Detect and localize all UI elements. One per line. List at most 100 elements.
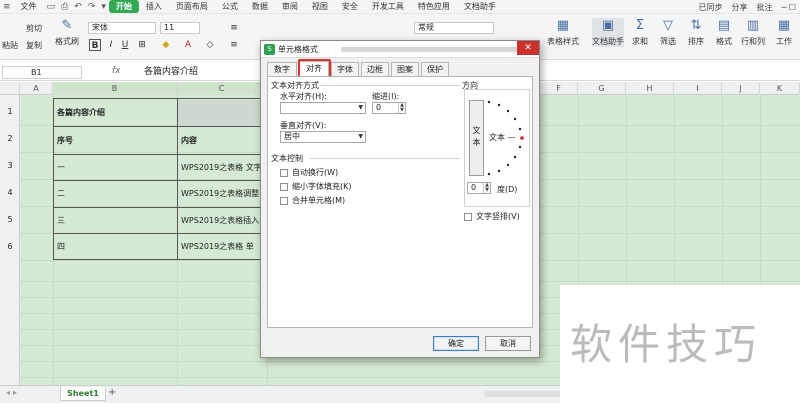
italic-button[interactable]: I [105, 39, 117, 51]
menu-doc-assistant[interactable]: 文档助手 [457, 1, 503, 12]
row-num-cell[interactable]: 二 [54, 181, 177, 207]
row-header-5[interactable]: 5 [0, 207, 20, 233]
font-size-select[interactable]: 11 [160, 22, 200, 34]
more-icon[interactable]: ▾ [98, 2, 109, 12]
row-content-cell[interactable]: WPS2019之表格 文字 [178, 155, 266, 181]
row-header-2[interactable]: 2 [0, 126, 20, 152]
col-header-f[interactable]: F [540, 82, 578, 95]
bold-button[interactable]: B [89, 39, 101, 51]
sum-button[interactable]: Σ 求和 [628, 18, 652, 47]
menu-view[interactable]: 视图 [305, 1, 335, 12]
sync-status[interactable]: 已同步 [698, 2, 722, 13]
header-num-cell[interactable]: 序号 [54, 128, 177, 154]
number-format-select[interactable]: 常规 [414, 22, 494, 34]
title-cell[interactable]: 各篇内容介绍 [54, 100, 177, 126]
row-header-4[interactable]: 4 [0, 180, 20, 206]
comment-button[interactable]: 批注 [756, 2, 772, 13]
close-icon[interactable]: ✕ [517, 41, 539, 55]
col-header-g[interactable]: G [578, 82, 626, 95]
dialog-title-bar[interactable]: S 单元格格式 ✕ [261, 41, 539, 58]
sheet-tab-sheet1[interactable]: Sheet1 [60, 387, 106, 401]
copy-button[interactable]: 复制 [26, 40, 42, 51]
cancel-button[interactable]: 取消 [485, 336, 531, 351]
cut-button[interactable]: 剪切 [26, 23, 42, 34]
row-header-6[interactable]: 6 [0, 234, 20, 260]
spin-arrows-icon[interactable]: ▲ ▼ [483, 183, 490, 193]
align-left-icon[interactable]: ≡ [228, 39, 240, 51]
row-content-cell[interactable]: WPS2019之表格调整 [178, 181, 266, 207]
shrink-to-fit-checkbox[interactable]: 缩小字体填充(K) [280, 181, 352, 192]
doc-assistant-button[interactable]: ▣ 文档助手 [592, 18, 624, 47]
merge-cells-checkbox[interactable]: 合并单元格(M) [280, 195, 345, 206]
row-content-cell[interactable]: WPS2019之表格 单 [178, 234, 266, 260]
font-name-select[interactable]: 宋体 [88, 22, 156, 34]
menu-special[interactable]: 特色应用 [411, 1, 457, 12]
paste-button[interactable]: 粘贴 [2, 40, 18, 51]
vertical-text-button[interactable]: 文本 [469, 100, 484, 176]
font-color-icon[interactable]: A [182, 39, 194, 51]
worksheet-button[interactable]: ▦ 工作 [770, 18, 798, 47]
col-header-i[interactable]: I [674, 82, 722, 95]
col-header-c[interactable]: C [177, 82, 267, 95]
filter-button[interactable]: ▽ 筛选 [656, 18, 680, 47]
menu-insert[interactable]: 插入 [139, 1, 169, 12]
fill-color-icon[interactable]: ◆ [160, 39, 172, 51]
vertical-align-select[interactable]: 居中 ▼ [280, 131, 366, 143]
tab-border[interactable]: 边框 [361, 62, 389, 76]
col-header-a[interactable]: A [20, 82, 53, 95]
tab-number[interactable]: 数字 [267, 62, 297, 76]
col-header-j[interactable]: J [722, 82, 760, 95]
format-painter-button[interactable]: ✎ 格式刷 [52, 18, 82, 47]
row-num-cell[interactable]: 三 [54, 208, 177, 234]
spin-arrows-icon[interactable]: ▲ ▼ [398, 103, 405, 113]
menu-icon[interactable]: ≡ [0, 2, 14, 12]
tab-protection[interactable]: 保护 [421, 62, 449, 76]
sort-button[interactable]: ⇅ 排序 [684, 18, 708, 47]
rows-columns-button[interactable]: ▥ 行和列 [738, 18, 768, 47]
window-controls-icon[interactable]: ─ ☐ [781, 3, 796, 12]
menu-page-layout[interactable]: 页面布局 [169, 1, 215, 12]
stacked-text-checkbox[interactable]: 文字竖排(V) [464, 211, 520, 222]
row-num-cell[interactable]: 一 [54, 155, 177, 181]
menu-security[interactable]: 安全 [335, 1, 365, 12]
print-icon[interactable]: ⎙ [58, 2, 71, 12]
formula-input[interactable]: 各篇内容介绍 [144, 66, 264, 79]
table-style-button[interactable]: ▦ 表格样式 [546, 18, 580, 47]
format-button[interactable]: ▤ 格式 [712, 18, 736, 47]
menu-file[interactable]: 文件 [14, 1, 44, 12]
tab-font[interactable]: 字体 [331, 62, 359, 76]
row-header-3[interactable]: 3 [0, 153, 20, 179]
title-cell-merged[interactable] [178, 100, 266, 126]
menu-formulas[interactable]: 公式 [215, 1, 245, 12]
col-header-k[interactable]: K [760, 82, 800, 95]
name-box[interactable]: B1 [2, 66, 82, 79]
col-header-h[interactable]: H [626, 82, 674, 95]
col-header-b[interactable]: B [53, 82, 177, 95]
fx-icon[interactable]: fx [112, 66, 121, 76]
add-sheet-button[interactable]: + [108, 387, 116, 398]
align-top-icon[interactable]: ≡ [228, 22, 240, 34]
clear-icon[interactable]: ◇ [204, 39, 216, 51]
menu-home[interactable]: 开始 [108, 0, 139, 13]
save-icon[interactable]: ▭ [44, 2, 59, 12]
wrap-text-checkbox[interactable]: 自动换行(W) [280, 167, 338, 178]
menu-developer[interactable]: 开发工具 [365, 1, 411, 12]
row-header-1[interactable]: 1 [0, 99, 20, 125]
share-button[interactable]: 分享 [731, 2, 747, 13]
underline-button[interactable]: U [119, 39, 131, 51]
menu-review[interactable]: 审阅 [275, 1, 305, 12]
select-all-corner[interactable] [0, 82, 20, 95]
undo-icon[interactable]: ↶ [71, 2, 85, 12]
ok-button[interactable]: 确定 [433, 336, 479, 351]
redo-icon[interactable]: ↷ [85, 2, 99, 12]
tab-pattern[interactable]: 图案 [391, 62, 419, 76]
indent-stepper[interactable]: 0 ▲ ▼ [372, 102, 406, 114]
degree-stepper[interactable]: 0 ▲ ▼ [467, 182, 491, 194]
header-content-cell[interactable]: 内容 [178, 128, 266, 154]
border-icon[interactable]: ⊞ [136, 39, 148, 51]
row-num-cell[interactable]: 四 [54, 234, 177, 260]
row-content-cell[interactable]: WPS2019之表格插入 [178, 208, 266, 234]
menu-data[interactable]: 数据 [245, 1, 275, 12]
horizontal-align-select[interactable]: ▼ [280, 102, 366, 114]
sheet-nav-arrows-icon[interactable]: ◂▸ [6, 388, 20, 397]
